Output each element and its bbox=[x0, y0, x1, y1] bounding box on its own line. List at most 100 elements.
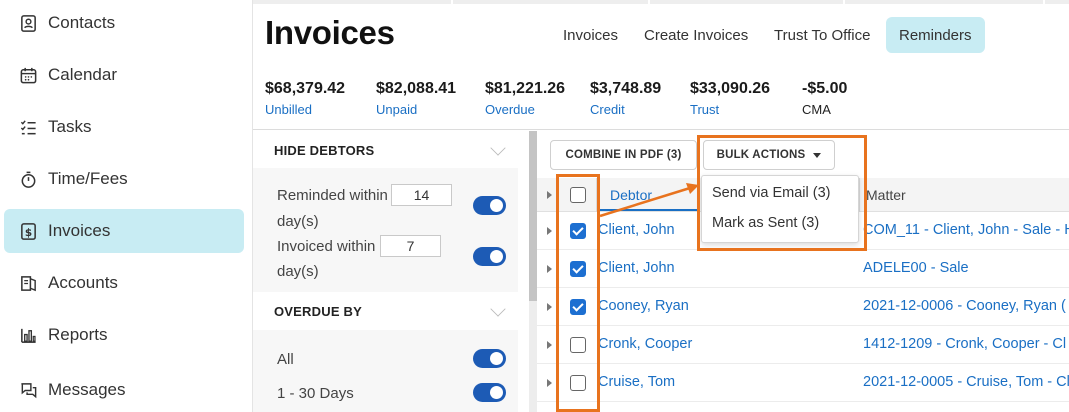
sidebar: Contacts Calendar Tasks Time/Fees $ Invo… bbox=[0, 0, 253, 412]
table-row[interactable]: Cooney, Ryan 2021-12-0006 - Cooney, Ryan… bbox=[537, 288, 1069, 326]
section-title: OVERDUE BY bbox=[274, 303, 362, 319]
expand-arrow-icon[interactable] bbox=[547, 303, 552, 311]
stat-amount: $82,088.41 bbox=[376, 80, 457, 97]
matter-link[interactable]: ADELE00 - Sale bbox=[863, 260, 969, 276]
stat-credit[interactable]: $3,748.89 Credit bbox=[590, 80, 661, 117]
overdue-by-body: All 1 - 30 Days bbox=[253, 330, 518, 412]
tab-trust-to-office[interactable]: Trust To Office bbox=[761, 17, 883, 53]
stat-label[interactable]: Trust bbox=[690, 102, 770, 117]
stat-overdue[interactable]: $81,221.26 Overdue bbox=[485, 80, 565, 117]
expand-arrow-icon[interactable] bbox=[547, 341, 552, 349]
overdue-by-header[interactable]: OVERDUE BY bbox=[253, 293, 518, 329]
debtor-link[interactable]: Cooney, Ryan bbox=[598, 298, 689, 314]
summary-bar: $68,379.42 Unbilled $82,088.41 Unpaid $8… bbox=[253, 62, 1069, 130]
tab-create-invoices[interactable]: Create Invoices bbox=[631, 17, 761, 53]
sidebar-item-label: Time/Fees bbox=[48, 169, 128, 188]
stat-amount: -$5.00 bbox=[802, 80, 848, 97]
chevron-down-icon[interactable] bbox=[490, 301, 506, 317]
section-title: HIDE DEBTORS bbox=[274, 142, 375, 158]
sidebar-item-contacts[interactable]: Contacts bbox=[4, 1, 244, 45]
stat-label[interactable]: Overdue bbox=[485, 102, 565, 117]
table-row[interactable]: Cronk, Cooper 1412-1209 - Cronk, Cooper … bbox=[537, 326, 1069, 364]
bar-chart-icon bbox=[18, 325, 38, 345]
expand-arrow-icon[interactable] bbox=[547, 191, 552, 199]
invoiced-unit-label: day(s) bbox=[277, 263, 319, 280]
debtor-link[interactable]: Client, John bbox=[598, 222, 675, 238]
expand-arrow-icon[interactable] bbox=[547, 379, 552, 387]
sidebar-item-accounts[interactable]: Accounts bbox=[4, 261, 244, 305]
stat-amount: $81,221.26 bbox=[485, 80, 566, 97]
overdue-option-label: All bbox=[277, 351, 294, 368]
column-header-debtor[interactable]: Debtor bbox=[610, 187, 652, 203]
hide-debtors-body: Reminded within 14 day(s) Invoiced withi… bbox=[253, 168, 518, 292]
debtor-link[interactable]: Client, John bbox=[598, 260, 675, 276]
stat-unbilled[interactable]: $68,379.42 Unbilled bbox=[265, 80, 345, 117]
table-row[interactable]: Client, John ADELE00 - Sale bbox=[537, 250, 1069, 288]
expand-arrow-icon[interactable] bbox=[547, 227, 552, 235]
debtor-link[interactable]: Cruise, Tom bbox=[598, 374, 675, 390]
contacts-icon bbox=[18, 13, 38, 33]
column-header-matter[interactable]: Matter bbox=[866, 187, 906, 203]
sidebar-item-reports[interactable]: Reports bbox=[4, 313, 244, 357]
sidebar-item-tasks[interactable]: Tasks bbox=[4, 105, 244, 149]
stat-amount: $3,748.89 bbox=[590, 80, 662, 97]
top-strip bbox=[253, 0, 1069, 4]
invoiced-toggle[interactable] bbox=[473, 247, 506, 266]
filter-panel: HIDE DEBTORS Reminded within 14 day(s) I… bbox=[253, 131, 530, 412]
ledger-icon bbox=[18, 273, 38, 293]
invoice-dollar-icon: $ bbox=[18, 221, 38, 241]
sidebar-item-label: Calendar bbox=[48, 65, 117, 84]
messages-icon bbox=[18, 380, 38, 400]
highlight-box-bulk-actions bbox=[697, 135, 867, 251]
calendar-icon bbox=[18, 65, 38, 85]
reminded-unit-label: day(s) bbox=[277, 213, 319, 230]
sidebar-item-label: Accounts bbox=[48, 273, 118, 292]
stat-label[interactable]: Credit bbox=[590, 102, 661, 117]
tab-reminders[interactable]: Reminders bbox=[886, 17, 985, 53]
invoiced-within-label: Invoiced within bbox=[277, 238, 376, 255]
sidebar-item-calendar[interactable]: Calendar bbox=[4, 53, 244, 97]
filter-scrollbar-thumb[interactable] bbox=[529, 131, 537, 301]
sidebar-item-time-fees[interactable]: Time/Fees bbox=[4, 157, 244, 201]
tab-invoices[interactable]: Invoices bbox=[550, 17, 631, 53]
matter-link[interactable]: 2021-12-0006 - Cooney, Ryan ( bbox=[863, 298, 1066, 314]
stopwatch-icon bbox=[18, 169, 38, 189]
sidebar-item-label: Contacts bbox=[48, 13, 116, 32]
sidebar-item-label: Messages bbox=[48, 380, 126, 399]
sort-indicator bbox=[597, 209, 697, 211]
app-root: Contacts Calendar Tasks Time/Fees $ Invo… bbox=[0, 0, 1069, 412]
chevron-down-icon[interactable] bbox=[490, 140, 506, 156]
expand-arrow-icon[interactable] bbox=[547, 265, 552, 273]
highlight-box-checkboxes bbox=[556, 174, 600, 412]
matter-link[interactable]: 1412-1209 - Cronk, Cooper - Cl bbox=[863, 336, 1066, 352]
matter-link[interactable]: 2021-12-0005 - Cruise, Tom - Cl bbox=[863, 374, 1069, 390]
hide-debtors-header[interactable]: HIDE DEBTORS bbox=[253, 132, 518, 168]
invoiced-days-input[interactable]: 7 bbox=[380, 235, 441, 257]
overdue-all-toggle[interactable] bbox=[473, 349, 506, 368]
sidebar-item-messages[interactable]: Messages bbox=[4, 368, 244, 412]
sidebar-item-label: Tasks bbox=[48, 117, 92, 136]
table-row[interactable]: Cruise, Tom 2021-12-0005 - Cruise, Tom -… bbox=[537, 364, 1069, 402]
page-title: Invoices bbox=[265, 14, 395, 51]
sidebar-item-label: Invoices bbox=[48, 221, 111, 240]
stat-label[interactable]: Unpaid bbox=[376, 102, 456, 117]
reminded-days-input[interactable]: 14 bbox=[391, 184, 452, 206]
sidebar-item-label: Reports bbox=[48, 325, 108, 344]
stat-amount: $33,090.26 bbox=[690, 80, 771, 97]
combine-in-pdf-button[interactable]: COMBINE IN PDF (3) bbox=[550, 140, 697, 170]
reminded-within-label: Reminded within bbox=[277, 187, 388, 204]
stat-label: CMA bbox=[802, 102, 831, 117]
debtor-link[interactable]: Cronk, Cooper bbox=[598, 336, 692, 352]
matter-link[interactable]: COM_11 - Client, John - Sale - H bbox=[863, 222, 1069, 238]
stat-trust[interactable]: $33,090.26 Trust bbox=[690, 80, 770, 117]
stat-unpaid[interactable]: $82,088.41 Unpaid bbox=[376, 80, 456, 117]
overdue-1-30-toggle[interactable] bbox=[473, 383, 506, 402]
svg-text:$: $ bbox=[24, 226, 31, 238]
tasks-icon bbox=[18, 117, 38, 137]
stat-cma: -$5.00 CMA bbox=[802, 80, 847, 117]
sidebar-item-invoices[interactable]: $ Invoices bbox=[4, 209, 244, 253]
reminded-toggle[interactable] bbox=[473, 196, 506, 215]
overdue-option-label: 1 - 30 Days bbox=[277, 385, 354, 402]
stat-label[interactable]: Unbilled bbox=[265, 102, 345, 117]
stat-amount: $68,379.42 bbox=[265, 80, 346, 97]
